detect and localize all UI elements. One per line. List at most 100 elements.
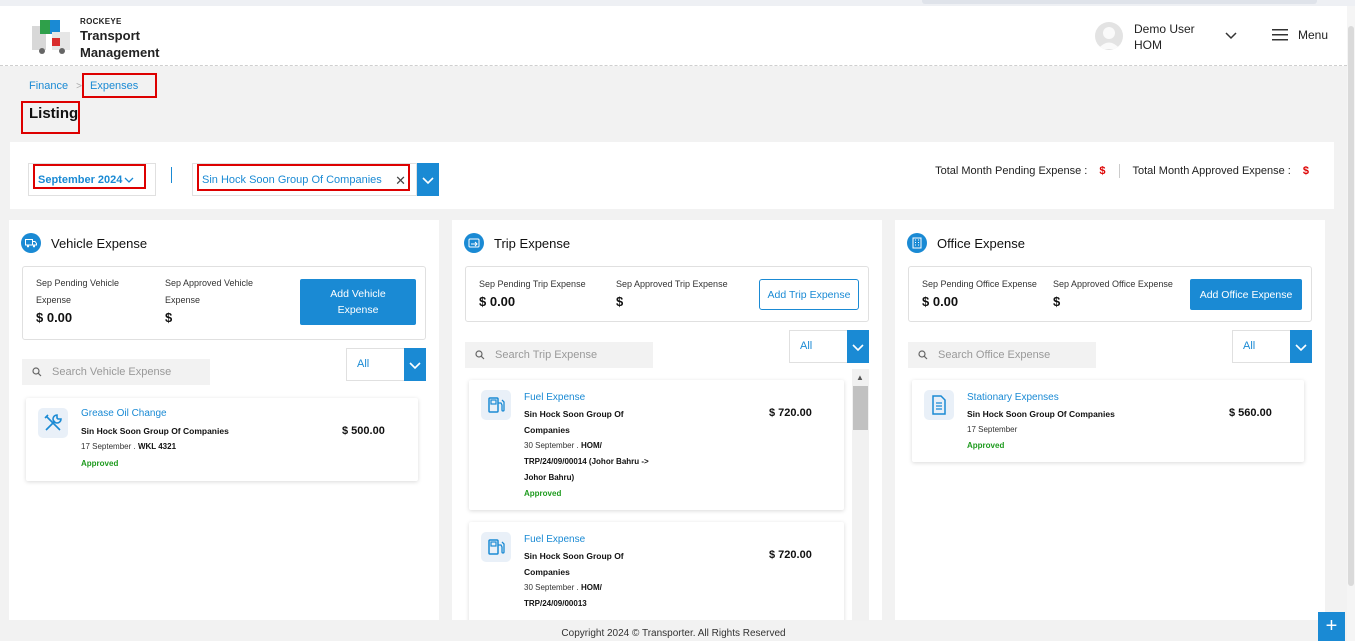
add-trip-expense-button[interactable]: Add Trip Expense (759, 279, 859, 310)
expense-ref: Johor Bahru) (524, 470, 574, 486)
scroll-up-icon[interactable]: ▲ (856, 373, 864, 382)
expense-name[interactable]: Fuel Expense (524, 392, 585, 403)
expense-date: 30 September . (524, 441, 579, 450)
highlight-box (33, 164, 146, 189)
document-icon (924, 390, 954, 420)
add-office-expense-button[interactable]: Add Office Expense (1190, 279, 1302, 310)
vehicle-filter-value: All (357, 358, 370, 370)
trip-list-scrollbar-thumb[interactable] (853, 386, 868, 430)
status-badge: Approved (81, 459, 119, 468)
building-icon (907, 233, 927, 253)
add-vehicle-expense-button[interactable]: Add Vehicle Expense (300, 279, 416, 325)
pending-total-label: Total Month Pending Expense : (935, 165, 1088, 177)
office-search[interactable]: Search Office Expense (908, 342, 1096, 368)
expense-date: 17 September (967, 425, 1018, 434)
truck-icon (21, 233, 41, 253)
chevron-down-icon (409, 361, 421, 369)
expense-amount: $ 560.00 (1229, 407, 1272, 419)
user-info[interactable]: Demo User HOM (1134, 21, 1195, 53)
expense-company: Companies (524, 425, 570, 435)
office-expense-panel: Office Expense Sep Pending Office Expens… (895, 220, 1325, 620)
office-approved-stat: Sep Approved Office Expense $ (1053, 276, 1183, 310)
chevron-down-icon (1295, 343, 1307, 351)
expense-amount: $ 500.00 (342, 425, 385, 437)
expense-name[interactable]: Grease Oil Change (81, 408, 167, 419)
brand-small: ROCKEYE (80, 17, 122, 26)
trip-filter-value: All (800, 340, 813, 352)
trip-expense-panel: Trip Expense Sep Pending Trip Expense $ … (452, 220, 882, 620)
vehicle-pending-stat: Sep Pending Vehicle Expense $ 0.00 (36, 275, 146, 326)
browser-tab-strip (922, 0, 1317, 4)
trip-status-filter[interactable]: All (789, 330, 869, 363)
trip-approved-stat: Sep Approved Trip Expense $ (616, 276, 741, 310)
office-status-filter[interactable]: All (1232, 330, 1312, 363)
vehicle-panel-title: Vehicle Expense (21, 233, 147, 253)
trip-expense-card[interactable]: Fuel Expense Sin Hock Soon Group Of Comp… (469, 380, 844, 510)
breadcrumb-finance[interactable]: Finance (29, 80, 68, 92)
expense-ref-line: TRP/24/09/00013 (524, 599, 587, 608)
office-approved-value: $ (1053, 294, 1061, 309)
company-dropdown-button[interactable] (417, 163, 439, 196)
expense-company: Sin Hock Soon Group Of Companies (967, 409, 1115, 419)
office-filter-value: All (1243, 340, 1256, 352)
expense-company: Sin Hock Soon Group Of (524, 551, 624, 561)
route-icon (464, 233, 484, 253)
fuel-pump-icon (481, 532, 511, 562)
office-stats-box: Sep Pending Office Expense $ 0.00 Sep Ap… (908, 266, 1312, 322)
expense-meta: 30 September . HOM/ (524, 580, 602, 596)
highlight-box (197, 164, 410, 191)
menu-label: Menu (1298, 28, 1329, 42)
search-icon (918, 350, 928, 360)
logo-icon[interactable] (30, 18, 74, 56)
vehicle-approved-stat: Sep Approved Vehicle Expense $ (165, 275, 275, 326)
approved-total-label: Total Month Approved Expense : (1132, 165, 1291, 177)
trip-expense-card[interactable]: Fuel Expense Sin Hock Soon Group Of Comp… (469, 522, 844, 620)
trip-filter-dropdown-button[interactable] (847, 330, 869, 363)
user-avatar-icon (1098, 27, 1120, 49)
trip-approved-value: $ (616, 294, 624, 309)
trip-search-input[interactable]: Search Trip Expense (495, 349, 597, 361)
trip-list-scrollbar[interactable]: ▲ (852, 369, 869, 621)
brand: ROCKEYE Transport Management (80, 18, 159, 60)
chevron-down-icon[interactable] (1223, 28, 1239, 44)
trip-pending-stat: Sep Pending Trip Expense $ 0.00 (479, 276, 599, 310)
expense-amount: $ 720.00 (769, 407, 812, 419)
office-filter-dropdown-button[interactable] (1290, 330, 1312, 363)
vehicle-pending-label: Sep Pending Vehicle Expense (36, 278, 120, 305)
page-scrollbar-thumb[interactable] (1348, 26, 1354, 586)
vehicle-expense-panel: Vehicle Expense Sep Pending Vehicle Expe… (9, 220, 439, 620)
divider (171, 167, 172, 183)
vehicle-filter-dropdown-button[interactable] (404, 348, 426, 381)
expense-name[interactable]: Fuel Expense (524, 534, 585, 545)
vehicle-search[interactable]: Search Vehicle Expense (22, 359, 210, 385)
office-search-input[interactable]: Search Office Expense (938, 349, 1050, 361)
status-badge: Approved (524, 489, 562, 498)
office-title: Office Expense (937, 235, 1025, 251)
menu-button[interactable]: Menu (1272, 28, 1328, 42)
search-icon (475, 350, 485, 360)
expense-company: Companies (524, 567, 570, 577)
vehicle-search-input[interactable]: Search Vehicle Expense (52, 366, 171, 378)
avatar[interactable] (1095, 22, 1123, 50)
expense-name[interactable]: Stationary Expenses (967, 392, 1059, 403)
trip-pending-value: $ 0.00 (479, 294, 516, 309)
brand-line-2: Management (80, 45, 160, 60)
office-approved-label: Sep Approved Office Expense (1053, 279, 1173, 289)
expense-company: Sin Hock Soon Group Of (524, 409, 624, 419)
expense-ref: HOM/ (580, 583, 602, 592)
trip-stats-box: Sep Pending Trip Expense $ 0.00 Sep Appr… (465, 266, 869, 322)
pending-total-value: $ (1099, 165, 1106, 177)
page-scrollbar[interactable] (1347, 6, 1355, 641)
office-pending-label: Sep Pending Office Expense (922, 279, 1037, 289)
vehicle-expense-card[interactable]: Grease Oil Change Sin Hock Soon Group Of… (26, 398, 418, 481)
expense-ref-line: Johor Bahru) (524, 473, 575, 482)
vehicle-status-filter[interactable]: All (346, 348, 426, 381)
vehicle-stats-box: Sep Pending Vehicle Expense $ 0.00 Sep A… (22, 266, 426, 340)
office-expense-card[interactable]: Stationary Expenses Sin Hock Soon Group … (912, 380, 1304, 462)
footer: Copyright 2024 © Transporter. All Rights… (561, 628, 786, 639)
hamburger-icon (1272, 29, 1288, 41)
floating-add-button[interactable]: + (1318, 612, 1345, 641)
user-name: Demo User (1134, 22, 1195, 36)
trip-search[interactable]: Search Trip Expense (465, 342, 653, 368)
app-header: ROCKEYE Transport Management Demo User H… (0, 6, 1347, 66)
